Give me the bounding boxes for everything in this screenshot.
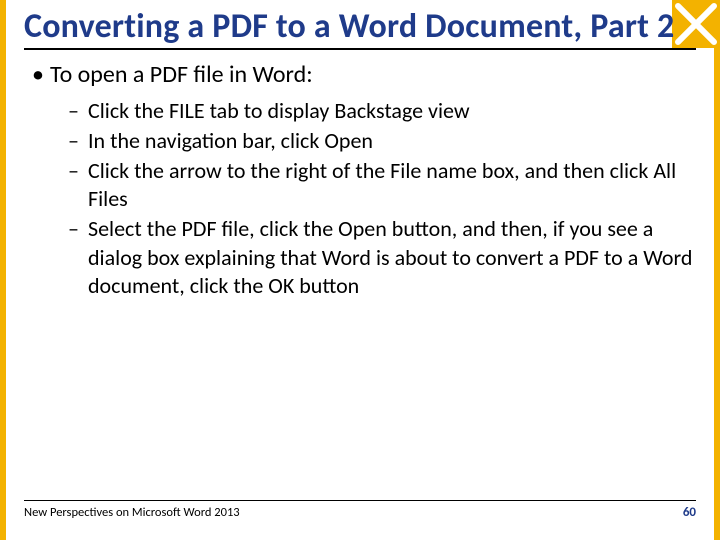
bullet-dash-icon: – xyxy=(68,157,88,185)
slide-footer: New Perspectives on Microsoft Word 2013 … xyxy=(24,500,696,520)
bullet-dash-icon: – xyxy=(68,97,88,125)
bullet-text: To open a PDF file in Word: xyxy=(50,60,313,89)
page-number: 60 xyxy=(683,505,696,520)
slide-title: Converting a PDF to a Word Document, Par… xyxy=(24,8,696,50)
subbullet-text: In the navigation bar, click Open xyxy=(88,127,373,154)
slide-body: •To open a PDF file in Word: –Click the … xyxy=(24,60,696,300)
bullet-dot-icon: • xyxy=(32,60,50,91)
slide-content: Converting a PDF to a Word Document, Par… xyxy=(6,0,714,540)
subbullet-text: Click the arrow to the right of the File… xyxy=(88,157,676,212)
bullet-level2: –Select the PDF file, click the Open but… xyxy=(24,215,696,299)
bullet-level2: –In the navigation bar, click Open xyxy=(24,127,696,155)
bullet-dash-icon: – xyxy=(68,127,88,155)
subbullet-text: Select the PDF file, click the Open butt… xyxy=(88,215,692,298)
bullet-level2: –Click the arrow to the right of the Fil… xyxy=(24,157,696,213)
bullet-level1: •To open a PDF file in Word: xyxy=(24,60,696,91)
bullet-level2: –Click the FILE tab to display Backstage… xyxy=(24,97,696,125)
bullet-dash-icon: – xyxy=(68,215,88,243)
right-accent-stripe xyxy=(714,0,720,540)
footer-text: New Perspectives on Microsoft Word 2013 xyxy=(24,505,240,520)
subbullet-text: Click the FILE tab to display Backstage … xyxy=(88,97,470,124)
